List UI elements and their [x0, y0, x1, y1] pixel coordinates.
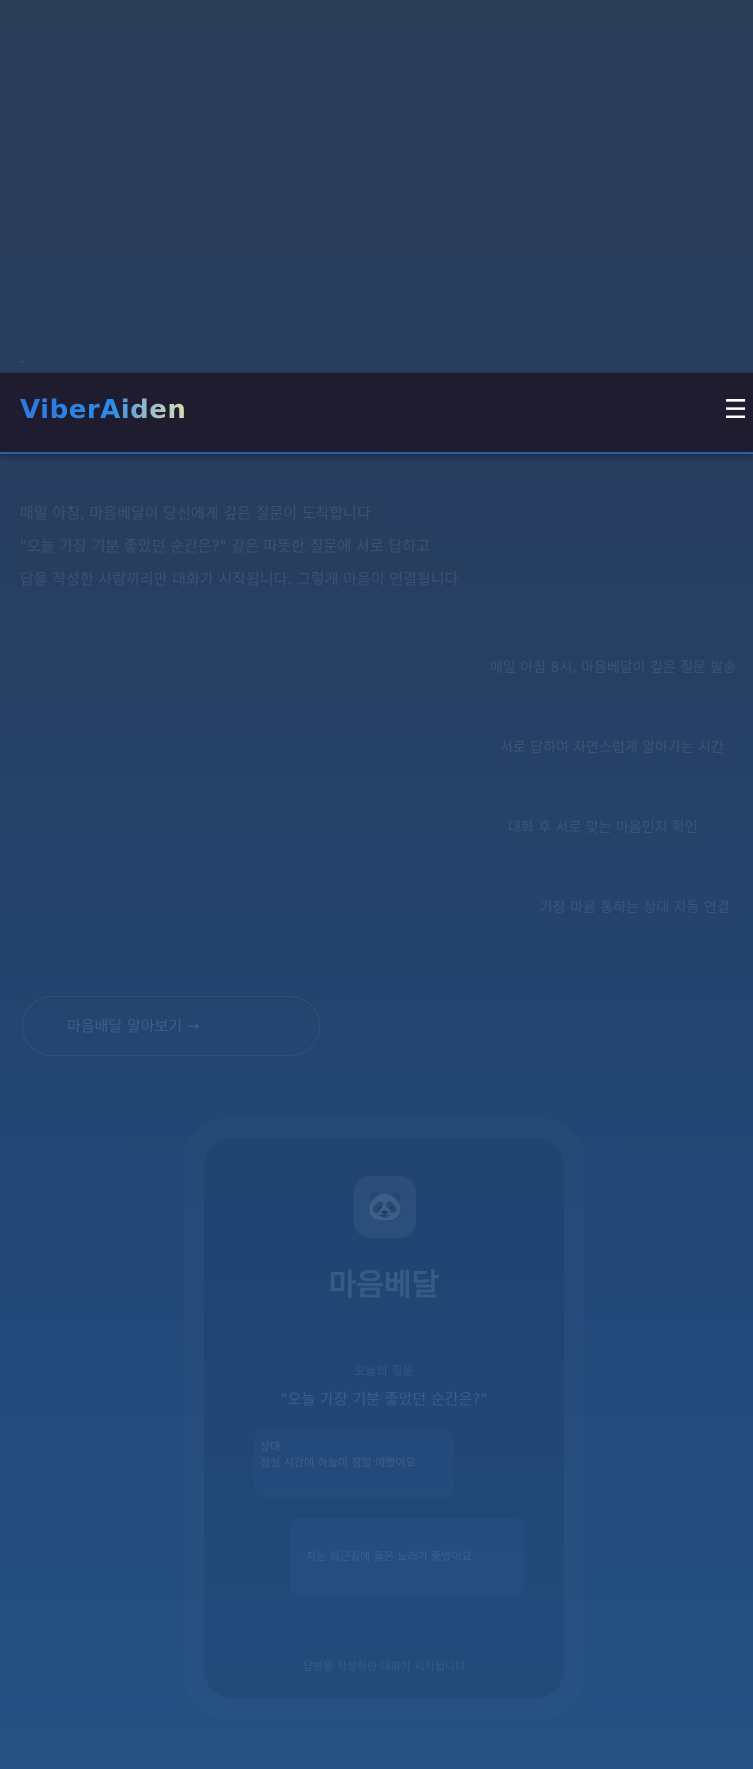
hamburger-menu-icon[interactable]: ☰	[724, 395, 747, 425]
question-label: 오늘의 질문	[354, 1364, 414, 1378]
faded-text-top: ·	[20, 355, 25, 371]
bubble-sender-label: 상대	[260, 1440, 281, 1453]
phone-footer-text: 답변을 작성하면 대화가 시작됩니다	[302, 1660, 466, 1673]
feature-line-4: 가장 마음 통하는 상대 자동 연결	[540, 900, 730, 916]
learn-more-button[interactable]: 마음배달 알아보기 →	[22, 996, 320, 1056]
feature-line-2: 서로 답하며 자연스럽게 알아가는 시간	[500, 740, 724, 756]
chat-bubble-me: 저는 퇴근길에 들은 노래가 좋았어요	[290, 1518, 524, 1598]
panda-icon: 🐼	[354, 1176, 416, 1238]
feature-line-1: 매일 아침 8시, 마음베달이 깊은 질문 발송	[490, 660, 737, 676]
phone-mockup: 🐼 마음베달 오늘의 질문 "오늘 가장 기분 좋았던 순간은?" 상대 점심 …	[184, 1118, 584, 1718]
daily-question: "오늘 가장 기분 좋았던 순간은?"	[280, 1390, 488, 1408]
hero-description-line-2: "오늘 가장 기분 좋았던 순간은?" 같은 따뜻한 질문에 서로 답하고	[20, 537, 430, 555]
phone-screen: 🐼 마음베달 오늘의 질문 "오늘 가장 기분 좋았던 순간은?" 상대 점심 …	[204, 1138, 564, 1698]
hero-description-line-1: 매일 아침, 마음베달이 당신에게 깊은 질문이 도착합니다	[20, 504, 371, 522]
hero-description-line-3: 답을 작성한 사람끼리만 대화가 시작됩니다. 그렇게 마음이 연결됩니다	[20, 570, 459, 588]
chat-bubble-partner: 상대 점심 시간에 하늘이 정말 예뻤어요	[254, 1428, 454, 1498]
top-navbar: ViberAiden ☰	[0, 373, 753, 454]
bubble-text: 점심 시간에 하늘이 정말 예뻤어요	[260, 1456, 416, 1469]
app-title: 마음베달	[328, 1268, 440, 1303]
feature-line-3: 대화 후 서로 맞는 마음인지 확인	[508, 820, 698, 836]
brand-logo[interactable]: ViberAiden	[20, 395, 186, 425]
